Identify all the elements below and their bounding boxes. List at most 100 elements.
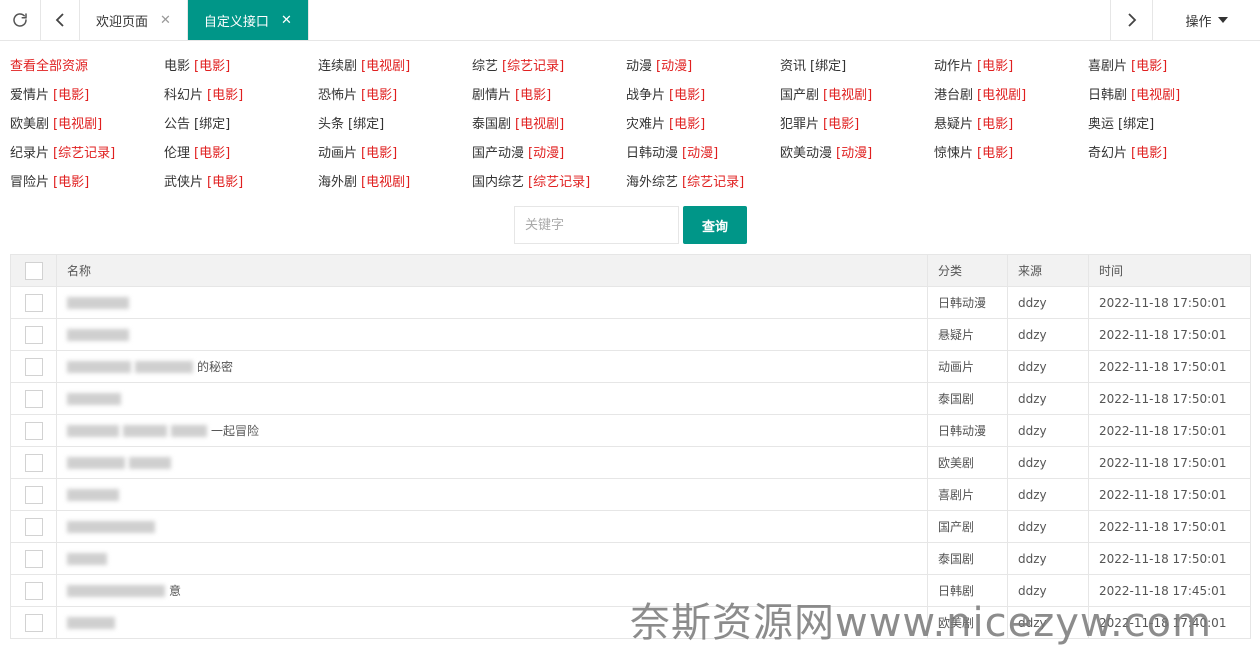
row-source: ddzy [1007, 414, 1089, 447]
query-button[interactable]: 查询 [683, 206, 747, 244]
keyword-input[interactable] [514, 206, 679, 244]
row-checkbox[interactable] [24, 453, 43, 472]
category-link[interactable]: 悬疑片 [电影] [934, 110, 1088, 139]
category-link[interactable]: 资讯 [绑定] [780, 52, 934, 81]
category-name: 犯罪片 [780, 117, 820, 132]
category-link[interactable]: 港台剧 [电视剧] [934, 81, 1088, 110]
category-link[interactable]: 国产剧 [电视剧] [780, 81, 934, 110]
tab-custom-api[interactable]: 自定义接口 ✕ [187, 0, 309, 40]
category-link[interactable]: 犯罪片 [电影] [780, 110, 934, 139]
category-link[interactable]: 欧美动漫 [动漫] [780, 139, 934, 168]
row-name[interactable] [56, 478, 928, 511]
category-link[interactable]: 欧美剧 [电视剧] [10, 110, 164, 139]
table-row[interactable]: 喜剧片 ddzy 2022-11-18 17:50:01 [10, 478, 1251, 511]
back-button[interactable] [41, 0, 80, 40]
category-link[interactable]: 日韩剧 [电视剧] [1088, 81, 1242, 110]
caret-down-icon [1217, 17, 1228, 23]
category-link[interactable]: 纪录片 [综艺记录] [10, 139, 164, 168]
category-link[interactable]: 连续剧 [电视剧] [318, 52, 472, 81]
row-name[interactable] [56, 542, 928, 575]
row-checkbox[interactable] [24, 421, 43, 440]
row-name[interactable] [56, 446, 928, 479]
row-checkbox[interactable] [24, 549, 43, 568]
forward-button[interactable] [1110, 0, 1152, 40]
watermark: 奈斯资源网www.nicezyw.com [630, 600, 1213, 646]
category-tag: [综艺记录] [682, 175, 745, 190]
category-link[interactable]: 日韩动漫 [动漫] [626, 139, 780, 168]
category-name: 纪录片 [10, 146, 50, 161]
row-checkbox[interactable] [24, 517, 43, 536]
category-link[interactable]: 动漫 [动漫] [626, 52, 780, 81]
category-tag: [电视剧] [1131, 88, 1181, 103]
row-checkbox[interactable] [24, 485, 43, 504]
category-link[interactable]: 头条 [绑定] [318, 110, 472, 139]
row-checkbox[interactable] [24, 581, 43, 600]
category-link[interactable]: 灾难片 [电影] [626, 110, 780, 139]
category-link[interactable]: 剧情片 [电影] [472, 81, 626, 110]
category-row: 冒险片 [电影] 武侠片 [电影] 海外剧 [电视剧] 国内综艺 [综艺记录] 海外综艺 [综艺记… [10, 168, 1250, 197]
category-link[interactable]: 综艺 [综艺记录] [472, 52, 626, 81]
category-tag: [动漫] [682, 146, 719, 161]
row-checkbox[interactable] [24, 357, 43, 376]
row-time: 2022-11-18 17:50:01 [1088, 414, 1251, 447]
row-checkbox[interactable] [24, 613, 43, 632]
category-link[interactable]: 伦理 [电影] [164, 139, 318, 168]
category-link[interactable]: 海外综艺 [综艺记录] [626, 168, 780, 197]
blurred-text [129, 456, 171, 469]
table-row[interactable]: 国产剧 ddzy 2022-11-18 17:50:01 [10, 510, 1251, 543]
table-row[interactable]: 泰国剧 ddzy 2022-11-18 17:50:01 [10, 542, 1251, 575]
row-name[interactable] [56, 510, 928, 543]
category-link[interactable]: 国产动漫 [动漫] [472, 139, 626, 168]
row-source: ddzy [1007, 510, 1089, 543]
table-row[interactable]: 的秘密 动画片 ddzy 2022-11-18 17:50:01 [10, 350, 1251, 383]
category-link[interactable]: 战争片 [电影] [626, 81, 780, 110]
category-tag: [电视剧] [515, 117, 565, 132]
category-link[interactable]: 动画片 [电影] [318, 139, 472, 168]
row-category: 欧美剧 [927, 446, 1008, 479]
close-icon[interactable]: ✕ [281, 13, 292, 28]
category-link[interactable]: 奥运 [绑定] [1088, 110, 1242, 139]
row-time: 2022-11-18 17:50:01 [1088, 286, 1251, 319]
category-link[interactable]: 泰国剧 [电视剧] [472, 110, 626, 139]
tab-welcome[interactable]: 欢迎页面 ✕ [80, 0, 188, 40]
row-checkbox[interactable] [24, 325, 43, 344]
table-row[interactable]: 一起冒险 日韩动漫 ddzy 2022-11-18 17:50:01 [10, 414, 1251, 447]
category-link[interactable]: 喜剧片 [电影] [1088, 52, 1242, 81]
row-name[interactable] [56, 286, 928, 319]
row-time: 2022-11-18 17:50:01 [1088, 510, 1251, 543]
category-link[interactable]: 奇幻片 [电影] [1088, 139, 1242, 168]
table-row[interactable]: 泰国剧 ddzy 2022-11-18 17:50:01 [10, 382, 1251, 415]
category-link[interactable]: 惊悚片 [电影] [934, 139, 1088, 168]
refresh-button[interactable] [0, 0, 41, 40]
category-link[interactable]: 海外剧 [电视剧] [318, 168, 472, 197]
row-name[interactable] [56, 318, 928, 351]
category-link[interactable]: 武侠片 [电影] [164, 168, 318, 197]
category-name: 海外综艺 [626, 175, 679, 190]
category-row: 欧美剧 [电视剧] 公告 [绑定] 头条 [绑定] 泰国剧 [电视剧] 灾难片 [电影] 犯罪片 [电… [10, 110, 1250, 139]
category-link[interactable]: 国内综艺 [综艺记录] [472, 168, 626, 197]
view-all-resources-link[interactable]: 查看全部资源 [10, 52, 164, 81]
row-name[interactable]: 的秘密 [56, 350, 928, 383]
category-link[interactable]: 冒险片 [电影] [10, 168, 164, 197]
table-row[interactable]: 悬疑片 ddzy 2022-11-18 17:50:01 [10, 318, 1251, 351]
row-checkbox[interactable] [24, 293, 43, 312]
category-link[interactable]: 恐怖片 [电影] [318, 81, 472, 110]
row-source: ddzy [1007, 478, 1089, 511]
category-link[interactable]: 公告 [绑定] [164, 110, 318, 139]
operations-menu-button[interactable]: 操作 [1152, 0, 1260, 40]
category-link[interactable]: 科幻片 [电影] [164, 81, 318, 110]
select-all-checkbox[interactable] [24, 261, 43, 280]
category-tag: [电视剧] [823, 88, 873, 103]
row-name[interactable]: 一起冒险 [56, 414, 928, 447]
category-tag: [电影] [207, 175, 244, 190]
category-link[interactable]: 动作片 [电影] [934, 52, 1088, 81]
row-name[interactable] [56, 382, 928, 415]
row-checkbox[interactable] [24, 389, 43, 408]
category-name: 爱情片 [10, 88, 50, 103]
category-link[interactable]: 电影 [电影] [164, 52, 318, 81]
close-icon[interactable]: ✕ [160, 13, 171, 28]
category-link[interactable]: 爱情片 [电影] [10, 81, 164, 110]
table-row[interactable]: 日韩动漫 ddzy 2022-11-18 17:50:01 [10, 286, 1251, 319]
category-tag: [绑定] [1118, 117, 1155, 132]
table-row[interactable]: 欧美剧 ddzy 2022-11-18 17:50:01 [10, 446, 1251, 479]
